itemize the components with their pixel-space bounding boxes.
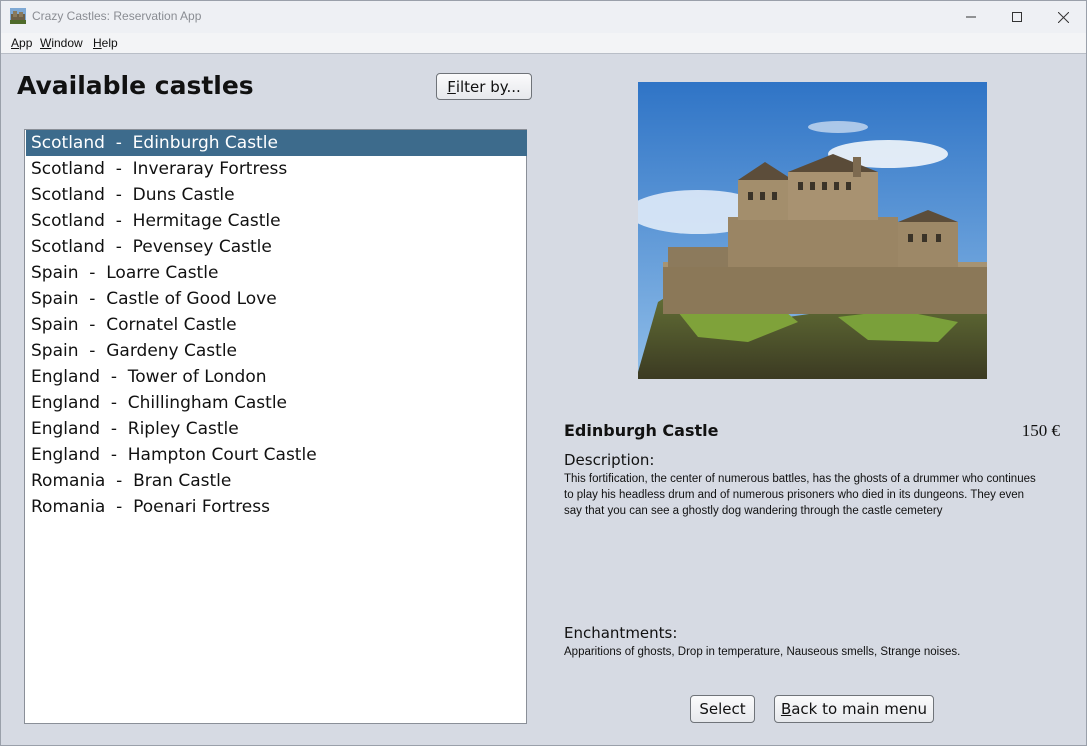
castle-list-item[interactable]: Spain - Gardeny Castle <box>26 338 527 364</box>
maximize-icon <box>1012 12 1022 22</box>
description-text: This fortification, the center of numero… <box>564 473 1036 517</box>
castle-list-item[interactable]: England - Hampton Court Castle <box>26 442 527 468</box>
menu-app[interactable]: App <box>11 36 32 50</box>
menu-window-label: indow <box>51 36 83 50</box>
minimize-icon <box>966 16 976 18</box>
menu-help-label: elp <box>101 36 118 50</box>
castle-list-item[interactable]: Spain - Cornatel Castle <box>26 312 527 338</box>
maximize-button[interactable] <box>994 1 1040 33</box>
castle-price: 150 € <box>1021 421 1060 440</box>
menu-app-label: pp <box>19 36 33 50</box>
castle-list-item[interactable]: Romania - Poenari Fortress <box>26 494 527 520</box>
enchantments-label: Enchantments: <box>564 624 678 642</box>
window-title: Crazy Castles: Reservation App <box>32 9 202 23</box>
edinburgh-castle-image <box>638 82 987 379</box>
filter-button-mnemonic: F <box>447 77 456 96</box>
enchantments-text: Apparitions of ghosts, Drop in temperatu… <box>564 646 961 658</box>
castle-app-icon <box>10 8 26 24</box>
castle-photo <box>638 82 987 379</box>
close-button[interactable] <box>1040 1 1086 33</box>
castle-name: Edinburgh Castle <box>564 421 719 440</box>
page-title: Available castles <box>17 71 254 100</box>
menu-bar: App Window Help <box>1 33 1086 54</box>
menu-app-mnemonic: A <box>11 36 20 50</box>
filter-button[interactable]: Filter by... <box>436 73 532 100</box>
castle-list-item[interactable]: Spain - Loarre Castle <box>26 260 527 286</box>
back-to-main-menu-button[interactable]: Back to main menu <box>774 695 934 723</box>
castle-list[interactable]: Scotland - Edinburgh Castle Scotland - I… <box>24 129 527 724</box>
select-button[interactable]: Select <box>690 695 755 723</box>
castle-list-item[interactable]: England - Tower of London <box>26 364 527 390</box>
back-button-mnemonic: B <box>780 700 792 718</box>
castle-list-item[interactable]: England - Ripley Castle <box>26 416 527 442</box>
castle-list-item[interactable]: Scotland - Hermitage Castle <box>26 208 527 234</box>
description-label: Description: <box>564 451 655 469</box>
close-icon <box>1057 11 1069 23</box>
castle-list-item[interactable]: Scotland - Inveraray Fortress <box>26 156 527 182</box>
castle-list-item[interactable]: Scotland - Duns Castle <box>26 182 527 208</box>
castle-list-item-selected[interactable]: Scotland - Edinburgh Castle <box>26 130 527 156</box>
title-bar[interactable]: Crazy Castles: Reservation App <box>1 1 1086 33</box>
menu-help[interactable]: Help <box>93 36 118 50</box>
back-button-label: ack to main menu <box>791 700 928 718</box>
menu-help-mnemonic: H <box>93 36 102 50</box>
minimize-button[interactable] <box>948 1 994 33</box>
castle-list-item[interactable]: Spain - Castle of Good Love <box>26 286 527 312</box>
castle-list-item[interactable]: England - Chillingham Castle <box>26 390 527 416</box>
menu-window-mnemonic: W <box>40 36 52 50</box>
menu-window[interactable]: Window <box>40 36 83 50</box>
filter-button-label: ilter by... <box>455 77 521 96</box>
castle-list-item[interactable]: Scotland - Pevensey Castle <box>26 234 527 260</box>
castle-list-item[interactable]: Romania - Bran Castle <box>26 468 527 494</box>
app-window: Crazy Castles: Reservation App App Windo… <box>0 0 1087 746</box>
